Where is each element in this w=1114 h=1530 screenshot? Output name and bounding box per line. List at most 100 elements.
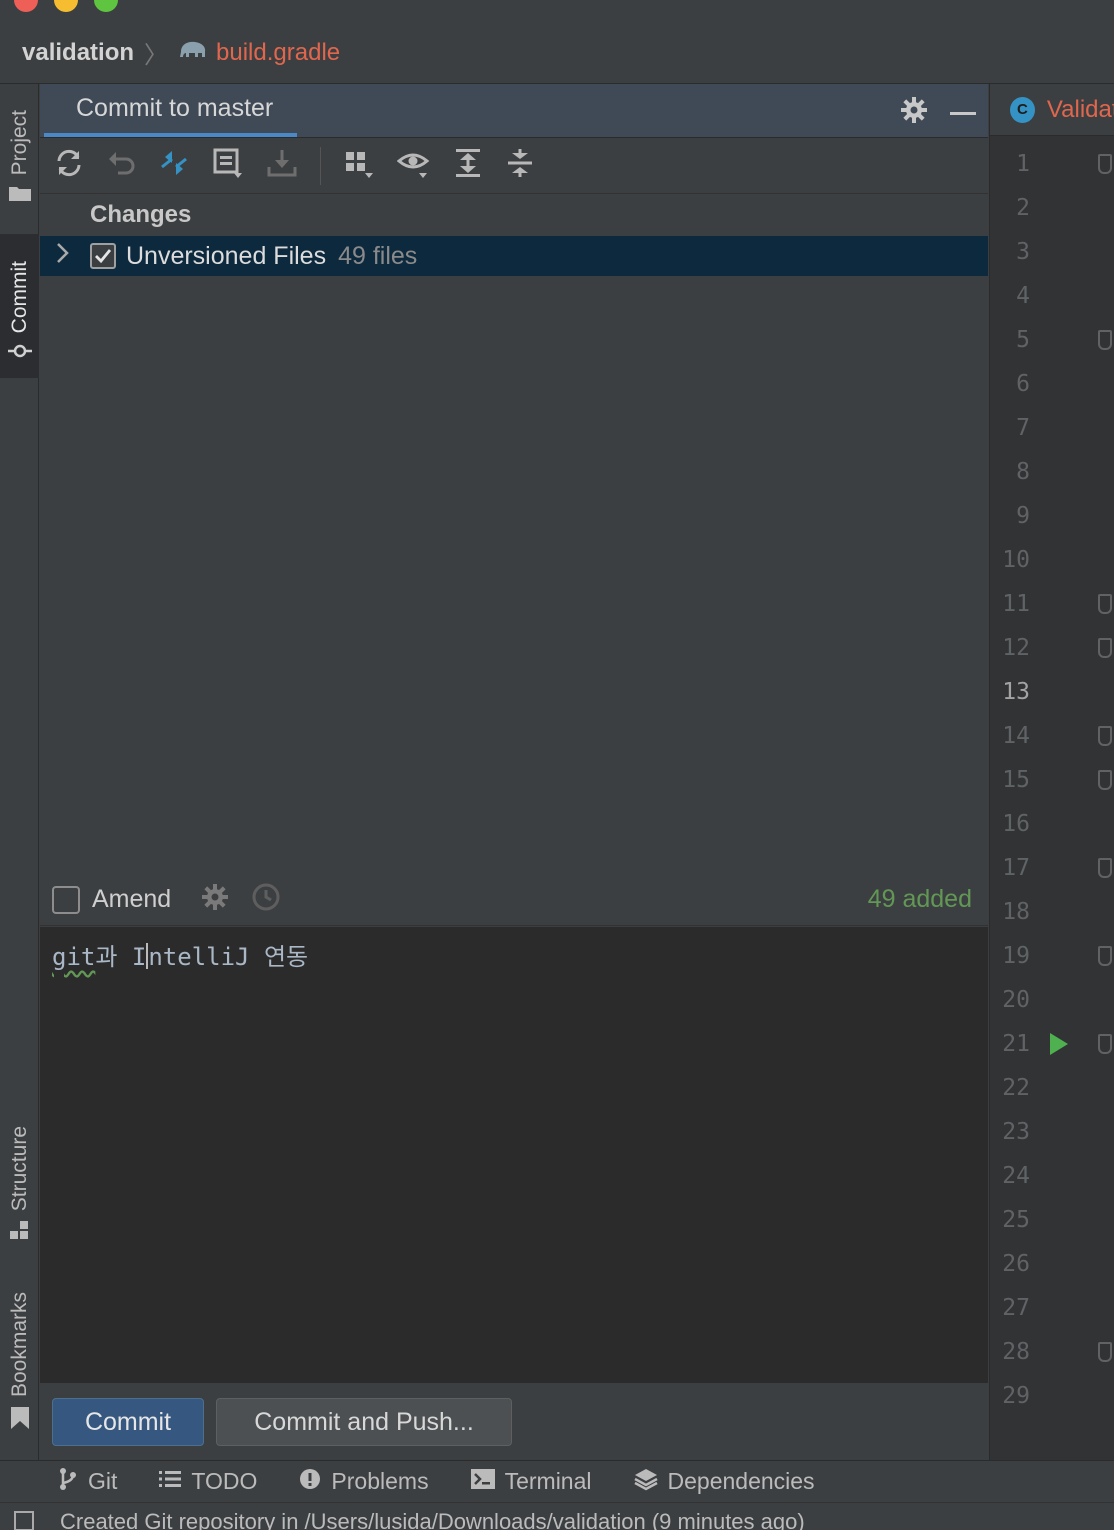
line-number-row[interactable]: 26 <box>990 1242 1114 1286</box>
settings-gear-icon[interactable] <box>900 96 928 129</box>
terminal-icon <box>470 1468 495 1495</box>
unversioned-files-label: Unversioned Files <box>126 241 327 270</box>
line-number: 23 <box>1002 1119 1030 1145</box>
breadcrumb-file[interactable]: build.gradle <box>216 39 340 67</box>
fold-marker-icon[interactable] <box>1098 858 1112 878</box>
close-window-button[interactable] <box>14 0 38 12</box>
bottom-tab-terminal[interactable]: Terminal <box>470 1468 592 1495</box>
commit-button[interactable]: Commit <box>52 1398 204 1446</box>
line-number-row[interactable]: 7 <box>990 406 1114 450</box>
line-number-row[interactable]: 28 <box>990 1330 1114 1374</box>
commit-history-clock-icon[interactable] <box>251 882 281 917</box>
status-message[interactable]: Created Git repository in /Users/lusida/… <box>60 1509 805 1530</box>
fold-marker-icon[interactable] <box>1098 946 1112 966</box>
left-tool-stripe: Project Commit Structure Bookmarks <box>0 84 39 1460</box>
zoom-window-button[interactable] <box>94 0 118 12</box>
view-options-icon[interactable] <box>396 147 431 184</box>
line-number: 27 <box>1002 1295 1030 1321</box>
line-number-row[interactable]: 21 <box>990 1022 1114 1066</box>
bottom-tab-todo-label: TODO <box>191 1468 258 1494</box>
line-number-row[interactable]: 16 <box>990 802 1114 846</box>
bottom-tab-git[interactable]: Git <box>58 1467 117 1497</box>
toggle-tool-windows-icon[interactable] <box>14 1511 34 1530</box>
shelve-icon[interactable] <box>212 147 244 184</box>
amend-label[interactable]: Amend <box>92 885 171 914</box>
line-number-row[interactable]: 27 <box>990 1286 1114 1330</box>
commit-panel: Commit to master Changes Unversioned Fil… <box>40 84 988 1460</box>
fold-marker-icon[interactable] <box>1098 154 1112 174</box>
line-number-row[interactable]: 5 <box>990 318 1114 362</box>
commit-icon <box>7 343 32 364</box>
bottom-tab-dependencies[interactable]: Dependencies <box>633 1467 815 1497</box>
line-number-row[interactable]: 13 <box>990 670 1114 714</box>
amend-checkbox[interactable] <box>52 885 80 914</box>
fold-marker-icon[interactable] <box>1098 638 1112 658</box>
line-number-row[interactable]: 4 <box>990 274 1114 318</box>
minimize-window-button[interactable] <box>54 0 78 12</box>
commit-options-gear-icon[interactable] <box>201 883 229 916</box>
line-number-row[interactable]: 22 <box>990 1066 1114 1110</box>
editor-tab-validation[interactable]: C Validat <box>990 84 1114 136</box>
expand-all-icon[interactable] <box>453 147 483 184</box>
chevron-right-icon[interactable] <box>56 242 76 271</box>
line-number-row[interactable]: 18 <box>990 890 1114 934</box>
line-number-row[interactable]: 19 <box>990 934 1114 978</box>
breadcrumb-project[interactable]: validation <box>22 39 134 67</box>
line-number-row[interactable]: 25 <box>990 1198 1114 1242</box>
line-number: 14 <box>1002 723 1030 749</box>
line-number-row[interactable]: 11 <box>990 582 1114 626</box>
fold-marker-icon[interactable] <box>1098 770 1112 790</box>
collapse-all-icon[interactable] <box>505 147 535 184</box>
rollback-icon[interactable] <box>106 148 136 183</box>
line-number-row[interactable]: 14 <box>990 714 1114 758</box>
line-number-row[interactable]: 17 <box>990 846 1114 890</box>
line-number-row[interactable]: 6 <box>990 362 1114 406</box>
unversioned-files-checkbox[interactable] <box>90 243 116 269</box>
added-summary: 49 added <box>867 885 972 913</box>
line-number: 3 <box>1016 239 1030 265</box>
minimize-panel-icon[interactable] <box>950 104 976 122</box>
line-number-row[interactable]: 24 <box>990 1154 1114 1198</box>
line-number-row[interactable]: 10 <box>990 538 1114 582</box>
line-number-row[interactable]: 29 <box>990 1374 1114 1418</box>
amend-bar: Amend 49 added <box>40 874 988 926</box>
tool-tab-project[interactable]: Project <box>0 96 39 206</box>
line-number: 28 <box>1002 1339 1030 1365</box>
line-number-row[interactable]: 9 <box>990 494 1114 538</box>
line-number: 9 <box>1016 503 1030 529</box>
commit-message-editor[interactable]: git과 IntelliJ 연동 <box>40 927 988 1383</box>
tool-tab-commit[interactable]: Commit <box>0 234 39 378</box>
group-by-icon[interactable] <box>343 147 375 184</box>
tool-tab-bookmarks[interactable]: Bookmarks <box>0 1284 39 1434</box>
commit-toolbar <box>40 138 988 194</box>
line-number: 19 <box>1002 943 1030 969</box>
fold-marker-icon[interactable] <box>1098 1034 1112 1054</box>
bottom-tab-todo[interactable]: TODO <box>159 1468 257 1495</box>
commit-panel-title[interactable]: Commit to master <box>44 83 298 137</box>
fold-marker-icon[interactable] <box>1098 726 1112 746</box>
tool-tab-structure[interactable]: Structure <box>0 1114 39 1244</box>
unversioned-files-count: 49 files <box>338 241 418 270</box>
line-number-row[interactable]: 12 <box>990 626 1114 670</box>
line-number-row[interactable]: 15 <box>990 758 1114 802</box>
show-diff-icon[interactable] <box>158 147 190 184</box>
unversioned-files-row[interactable]: Unversioned Files 49 files <box>40 236 988 276</box>
bottom-tab-problems[interactable]: Problems <box>299 1468 429 1496</box>
fold-marker-icon[interactable] <box>1098 330 1112 350</box>
line-number-row[interactable]: 3 <box>990 230 1114 274</box>
fold-marker-icon[interactable] <box>1098 1342 1112 1362</box>
line-number: 13 <box>1002 679 1030 705</box>
line-number-row[interactable]: 8 <box>990 450 1114 494</box>
commit-message-typo: git <box>52 943 96 971</box>
commit-message-text[interactable]: git과 IntelliJ 연동 <box>52 937 976 972</box>
run-gutter-icon[interactable] <box>1050 1033 1068 1055</box>
fold-marker-icon[interactable] <box>1098 594 1112 614</box>
line-number-row[interactable]: 1 <box>990 142 1114 186</box>
line-number-row[interactable]: 20 <box>990 978 1114 1022</box>
update-icon[interactable] <box>266 147 298 184</box>
line-number-row[interactable]: 23 <box>990 1110 1114 1154</box>
commit-and-push-button[interactable]: Commit and Push... <box>216 1398 512 1446</box>
refresh-icon[interactable] <box>54 148 84 183</box>
line-number: 5 <box>1016 327 1030 353</box>
line-number-row[interactable]: 2 <box>990 186 1114 230</box>
